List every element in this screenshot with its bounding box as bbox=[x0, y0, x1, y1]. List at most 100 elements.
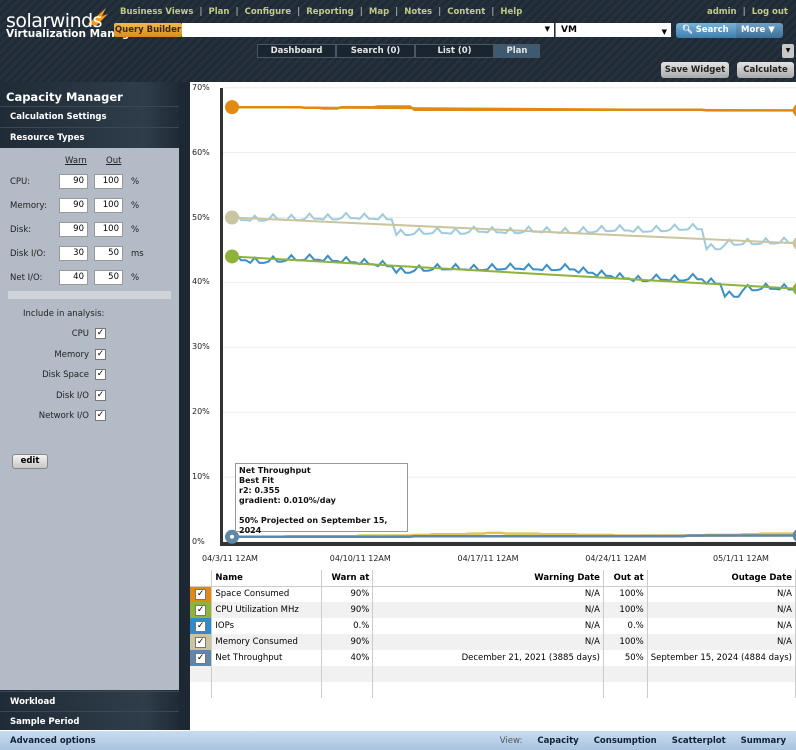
out-input[interactable]: 50 bbox=[94, 246, 123, 261]
col-warning-date[interactable]: Warning Date bbox=[372, 570, 604, 587]
selected-point-marker bbox=[230, 534, 234, 539]
series-toggle[interactable]: ✓ bbox=[190, 618, 213, 634]
more-button[interactable]: More ▼ bbox=[736, 23, 783, 38]
y-tick-label: 20% bbox=[192, 407, 210, 417]
series-checkbox[interactable]: ✓ bbox=[195, 620, 207, 632]
resource-types-section[interactable]: Resource Types bbox=[0, 127, 179, 147]
series-checkbox[interactable]: ✓ bbox=[195, 604, 207, 616]
cell-name: Net Throughput bbox=[211, 650, 322, 666]
view-scatterplot[interactable]: Scatterplot bbox=[672, 736, 726, 746]
nav-map[interactable]: Map bbox=[369, 7, 389, 17]
table-row[interactable]: ✓ Net Throughput 40% December 21, 2021 (388… bbox=[190, 650, 796, 666]
header-select bbox=[190, 570, 213, 587]
nav-notes[interactable]: Notes bbox=[404, 7, 432, 17]
series-toggle[interactable]: ✓ bbox=[190, 586, 213, 602]
tab-plan[interactable]: Plan bbox=[494, 44, 540, 58]
series-toggle[interactable] bbox=[190, 682, 213, 698]
warn-input[interactable]: 30 bbox=[59, 246, 88, 261]
include-checkbox[interactable]: ✓ bbox=[95, 348, 106, 360]
chevron-down-icon[interactable]: ▼ bbox=[545, 25, 550, 33]
warn-input[interactable]: 90 bbox=[59, 222, 88, 237]
series-toggle[interactable]: ✓ bbox=[190, 602, 213, 618]
cell-warn-date: December 21, 2021 (3885 days) bbox=[372, 650, 604, 666]
out-input[interactable]: 100 bbox=[94, 174, 123, 189]
col-name[interactable]: Name bbox=[211, 570, 322, 587]
col-outage-date[interactable]: Outage Date bbox=[647, 570, 796, 587]
warn-input[interactable]: 90 bbox=[59, 174, 88, 189]
cell-warn: 90% bbox=[321, 586, 374, 602]
y-tick-label: 70% bbox=[192, 82, 210, 92]
table-row[interactable]: ✓ CPU Utilization MHz 90% N/A 100% N/A bbox=[190, 602, 796, 618]
warn-header: Warn bbox=[65, 156, 87, 166]
calculation-settings-section[interactable]: Calculation Settings bbox=[0, 106, 179, 126]
cell-warn: 0.% bbox=[321, 618, 374, 634]
table-row[interactable]: ✓ IOPs 0.% N/A 0.% N/A bbox=[190, 618, 796, 634]
cell-name: Space Consumed bbox=[211, 586, 322, 602]
nav-separator: | bbox=[359, 7, 363, 17]
cell-warn-date: N/A bbox=[372, 618, 604, 634]
calculate-button[interactable]: Calculate bbox=[737, 62, 794, 78]
out-input[interactable]: 100 bbox=[94, 198, 123, 213]
workload-section[interactable]: Workload bbox=[0, 691, 179, 711]
view-consumption[interactable]: Consumption bbox=[594, 736, 657, 746]
save-widget-button[interactable]: Save Widget bbox=[661, 62, 729, 78]
cell-warn bbox=[321, 682, 374, 698]
tab-dashboard[interactable]: Dashboard bbox=[257, 44, 336, 58]
warn-input[interactable]: 90 bbox=[59, 198, 88, 213]
edit-button[interactable]: edit bbox=[12, 454, 48, 469]
collapse-dropdown-button[interactable]: ▼ bbox=[782, 44, 794, 58]
x-tick-label: 04/3/11 12AM bbox=[202, 554, 258, 563]
col-out-at[interactable]: Out at bbox=[603, 570, 648, 587]
cell-out: 100% bbox=[603, 634, 648, 650]
col-warn-at[interactable]: Warn at bbox=[321, 570, 374, 587]
table-row[interactable]: ✓ Memory Consumed 90% N/A 100% N/A bbox=[190, 634, 796, 650]
series-toggle[interactable]: ✓ bbox=[190, 650, 213, 666]
user-link[interactable]: admin bbox=[707, 7, 737, 17]
view-capacity[interactable]: Capacity bbox=[537, 736, 578, 746]
nav-business-views[interactable]: Business Views bbox=[120, 7, 193, 17]
series-checkbox[interactable]: ✓ bbox=[195, 588, 207, 600]
series-checkbox[interactable]: ✓ bbox=[195, 652, 207, 664]
out-input[interactable]: 50 bbox=[94, 270, 123, 285]
search-icon: 🔍︎ bbox=[682, 25, 693, 35]
search-input[interactable]: ▼ bbox=[182, 23, 554, 37]
include-checkbox[interactable]: ✓ bbox=[95, 328, 106, 339]
table-row[interactable]: ✓ Space Consumed 90% N/A 100% N/A bbox=[190, 586, 796, 602]
tab-list[interactable]: List (0) bbox=[415, 44, 494, 58]
sidebar: Capacity Manager Calculation Settings Re… bbox=[0, 82, 179, 730]
nav-configure[interactable]: Configure bbox=[245, 7, 292, 17]
trend-start-marker bbox=[225, 249, 239, 264]
results-table: Name Warn at Warning Date Out at Outage … bbox=[190, 570, 796, 698]
nav-help[interactable]: Help bbox=[500, 7, 522, 17]
view-summary[interactable]: Summary bbox=[741, 736, 786, 746]
tab-search[interactable]: Search (0) bbox=[336, 44, 415, 58]
tooltip-line: 50% Projected on September 15, 2024 bbox=[239, 516, 388, 535]
cell-out bbox=[603, 666, 648, 682]
cell-warn bbox=[321, 666, 374, 682]
include-checkbox[interactable]: ✓ bbox=[95, 410, 106, 421]
series-toggle[interactable] bbox=[190, 666, 213, 682]
cell-out: 100% bbox=[603, 586, 648, 602]
nav-plan[interactable]: Plan bbox=[209, 7, 230, 17]
nav-content[interactable]: Content bbox=[447, 7, 485, 17]
logout-link[interactable]: Log out bbox=[752, 7, 788, 17]
query-builder-button[interactable]: Query Builder bbox=[114, 23, 182, 37]
include-checkbox[interactable]: ✓ bbox=[95, 389, 106, 401]
cell-out-date: N/A bbox=[647, 586, 796, 602]
threshold-label: Disk: bbox=[10, 225, 32, 235]
nav-reporting[interactable]: Reporting bbox=[306, 7, 354, 17]
unit-label: % bbox=[131, 201, 140, 211]
cell-warn-date bbox=[372, 666, 604, 682]
include-checkbox[interactable]: ✓ bbox=[95, 369, 106, 380]
table-row[interactable] bbox=[190, 682, 796, 698]
scope-select[interactable]: VM ▼ bbox=[555, 23, 671, 37]
warn-input[interactable]: 40 bbox=[59, 270, 88, 285]
sample-period-section[interactable]: Sample Period bbox=[0, 711, 179, 731]
table-row[interactable] bbox=[190, 666, 796, 682]
advanced-options-link[interactable]: Advanced options bbox=[10, 736, 96, 746]
series-toggle[interactable]: ✓ bbox=[190, 634, 213, 650]
out-input[interactable]: 100 bbox=[94, 222, 123, 237]
series-checkbox[interactable]: ✓ bbox=[195, 636, 207, 648]
cell-warn-date: N/A bbox=[372, 586, 604, 602]
search-button[interactable]: 🔍︎ Search bbox=[676, 23, 736, 38]
